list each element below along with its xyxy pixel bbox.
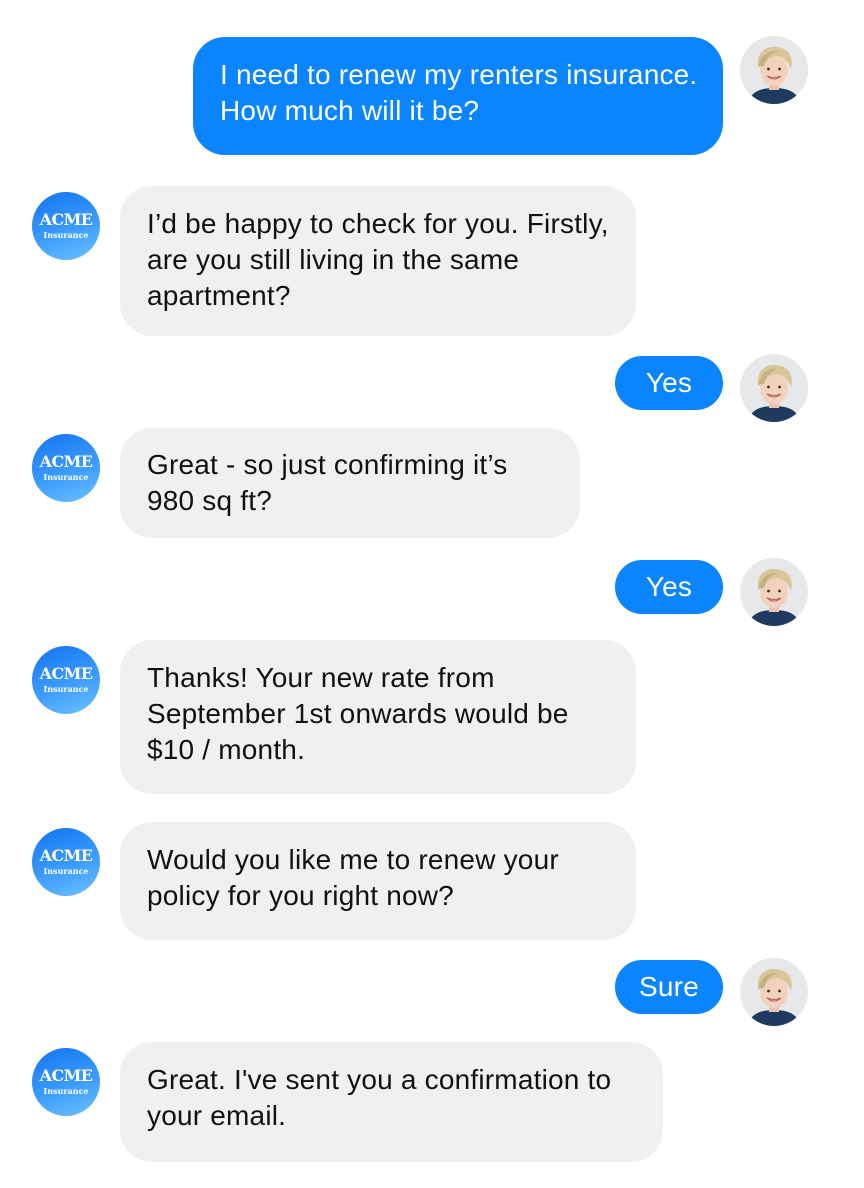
brand-subtitle: Insurance [43, 1086, 89, 1096]
brand-name: ACME [39, 664, 93, 683]
bot-message-bubble: I’d be happy to check for you. Firstly, … [120, 186, 636, 336]
message-text: Great - so just confirming it’s 980 sq f… [147, 449, 508, 516]
message-text: Yes [645, 571, 693, 602]
brand-name: ACME [39, 1066, 93, 1085]
brand-subtitle: Insurance [43, 866, 89, 876]
user-message-bubble: I need to renew my renters insurance. Ho… [193, 37, 723, 155]
bot-message-bubble: Thanks! Your new rate from September 1st… [120, 640, 636, 794]
user-avatar-icon [740, 558, 808, 626]
user-message-bubble: Sure [615, 960, 723, 1014]
message-text: Great. I've sent you a confirmation to y… [147, 1064, 612, 1131]
brand-name: ACME [39, 210, 93, 229]
acme-insurance-logo-icon: ACME Insurance [32, 1048, 100, 1116]
brand-subtitle: Insurance [43, 230, 89, 240]
acme-insurance-logo-icon: ACME Insurance [32, 646, 100, 714]
user-message-bubble: Yes [615, 356, 723, 410]
user-avatar-icon [740, 354, 808, 422]
message-text: I need to renew my renters insurance. Ho… [220, 59, 698, 126]
acme-insurance-logo-icon: ACME Insurance [32, 828, 100, 896]
user-message-bubble: Yes [615, 560, 723, 614]
chat-thread: I need to renew my renters insurance. Ho… [0, 0, 864, 1188]
acme-insurance-logo-icon: ACME Insurance [32, 434, 100, 502]
brand-subtitle: Insurance [43, 472, 89, 482]
message-text: Yes [645, 367, 693, 398]
message-text: I’d be happy to check for you. Firstly, … [147, 208, 609, 311]
bot-message-bubble: Great - so just confirming it’s 980 sq f… [120, 428, 580, 538]
message-text: Sure [639, 971, 699, 1002]
brand-subtitle: Insurance [43, 684, 89, 694]
bot-message-bubble: Would you like me to renew your policy f… [120, 822, 636, 940]
acme-insurance-logo-icon: ACME Insurance [32, 192, 100, 260]
brand-name: ACME [39, 452, 93, 471]
user-avatar-icon [740, 958, 808, 1026]
bot-message-bubble: Great. I've sent you a confirmation to y… [120, 1042, 663, 1162]
message-text: Thanks! Your new rate from September 1st… [147, 662, 569, 765]
brand-name: ACME [39, 846, 93, 865]
user-avatar-icon [740, 36, 808, 104]
message-text: Would you like me to renew your policy f… [147, 844, 559, 911]
